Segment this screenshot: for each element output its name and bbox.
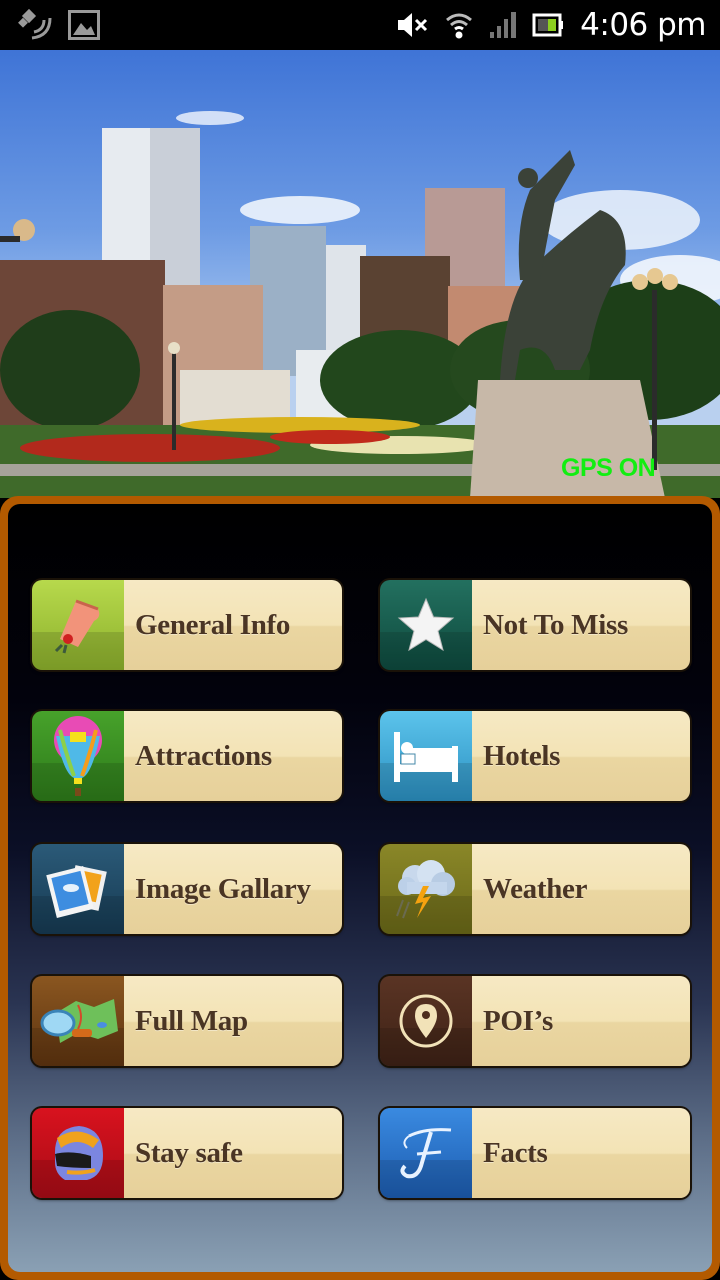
not-to-miss-button[interactable]: Not To Miss [380, 580, 690, 670]
battery-icon [532, 13, 564, 37]
button-label: Facts [483, 1136, 548, 1169]
button-label: POI’s [483, 1004, 553, 1037]
button-label: General Info [135, 608, 291, 641]
star-icon [397, 597, 455, 652]
attractions-button[interactable]: Attractions [32, 711, 342, 801]
button-label: Attractions [135, 739, 272, 772]
clock: 4:06 pm [580, 7, 706, 43]
wifi-icon [446, 13, 473, 39]
thunderstorm-icon [396, 860, 455, 919]
button-label: Image Gallary [135, 872, 311, 905]
general-info-button[interactable]: General Info [32, 580, 342, 670]
button-label: Stay safe [135, 1136, 243, 1169]
gps-satellite-icon [18, 8, 52, 40]
hero-image: GPS ON [0, 50, 720, 498]
stay-safe-button[interactable]: Stay safe [32, 1108, 342, 1198]
hot-air-balloon-icon [54, 716, 102, 796]
letter-f-icon [400, 1128, 452, 1179]
button-label: Full Map [135, 1004, 248, 1037]
hotels-button[interactable]: Hotels [380, 711, 690, 801]
full-map-button[interactable]: Full Map [32, 976, 342, 1066]
facts-button[interactable]: Facts [380, 1108, 690, 1198]
photos-icon [46, 865, 107, 918]
mute-icon [398, 13, 428, 37]
weather-button[interactable]: Weather [380, 844, 690, 934]
bed-icon [394, 732, 458, 782]
map-magnifier-icon [40, 999, 118, 1043]
scroll-icon [54, 599, 100, 654]
city-skyline-illustration [0, 111, 720, 498]
button-label: Hotels [483, 739, 561, 772]
status-bar: 4:06 pm [0, 0, 720, 50]
image-icon [68, 10, 100, 40]
location-pin-icon [399, 994, 453, 1048]
signal-icon [490, 12, 517, 38]
pois-button[interactable]: POI’s [380, 976, 690, 1066]
helmet-icon [55, 1126, 103, 1180]
button-label: Not To Miss [483, 608, 628, 641]
button-label: Weather [483, 872, 588, 905]
image-gallary-button[interactable]: Image Gallary [32, 844, 342, 934]
gps-status: GPS ON [561, 454, 656, 482]
